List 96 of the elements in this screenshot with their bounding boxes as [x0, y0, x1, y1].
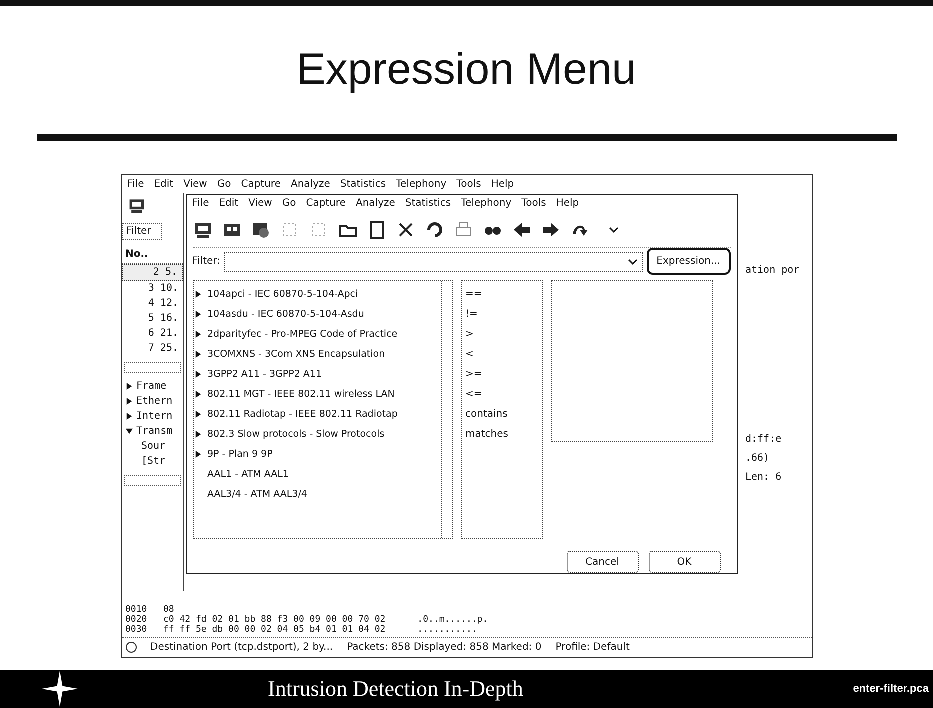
list-item[interactable]: 2dparityfec - Pro-MPEG Code of Practice	[208, 329, 398, 340]
hex-ascii: ...........	[418, 625, 478, 635]
menu-item[interactable]: Go	[217, 178, 232, 190]
list-item[interactable]: 802.3 Slow protocols - Slow Protocols	[208, 429, 385, 440]
hex-bytes: 08	[164, 605, 174, 615]
collapsed-arrow-icon[interactable]	[126, 383, 132, 390]
list-item[interactable]: 104asdu - IEC 60870-5-104-Asdu	[208, 309, 364, 320]
collapsed-arrow-icon[interactable]	[195, 431, 202, 438]
packet-row[interactable]: 7 25.	[122, 341, 182, 356]
status-icon	[126, 642, 136, 653]
column-header[interactable]: ation por	[746, 265, 810, 276]
list-item[interactable]: >	[466, 324, 538, 345]
tree-item[interactable]: Transm	[136, 426, 173, 437]
list-item[interactable]: 3COMXNS - 3Com XNS Encapsulation	[208, 349, 386, 360]
list-item[interactable]: 3GPP2 A11 - 3GPP2 A11	[208, 369, 322, 380]
packet-row[interactable]: 2 5.	[122, 264, 182, 281]
menu-item[interactable]: Telephony	[396, 178, 447, 190]
detail-text: Len: 6	[746, 472, 783, 483]
menu-item[interactable]: Capture	[241, 178, 281, 190]
hex-offset: 0030	[126, 625, 148, 635]
menu-item[interactable]: Help	[556, 198, 580, 210]
menu-item[interactable]: Go	[282, 198, 296, 210]
collapsed-arrow-icon[interactable]	[126, 398, 132, 405]
menu-item[interactable]: Help	[491, 178, 514, 190]
expression-button[interactable]: Expression...	[646, 248, 730, 276]
hex-ascii: .0..m......p.	[418, 615, 488, 625]
slide-title: Expression Menu	[296, 45, 636, 95]
collapsed-arrow-icon[interactable]	[195, 331, 202, 338]
collapsed-arrow-icon[interactable]	[195, 411, 202, 418]
hex-offset: 0010	[126, 605, 148, 615]
packet-row[interactable]: 4 12.	[122, 296, 182, 311]
collapsed-arrow-icon[interactable]	[195, 371, 202, 378]
collapsed-arrow-icon[interactable]	[195, 451, 202, 458]
list-item[interactable]: matches	[466, 424, 538, 445]
scrollbar[interactable]	[124, 362, 180, 373]
list-item[interactable]: <	[466, 344, 538, 365]
footer-text: Intrusion Detection In-Depth	[268, 676, 524, 702]
menu-item[interactable]: File	[192, 198, 210, 210]
list-item[interactable]: ==	[466, 284, 538, 305]
detail-text: d:ff:e	[746, 434, 783, 445]
star-icon	[42, 671, 78, 707]
list-item[interactable]: >=	[466, 364, 538, 385]
packet-row[interactable]: 6 21.	[122, 326, 182, 341]
menu-item[interactable]: Capture	[306, 198, 346, 210]
file-name: enter-filter.pca	[853, 683, 929, 695]
menu-item[interactable]: Edit	[154, 178, 174, 190]
collapsed-arrow-icon[interactable]	[195, 391, 202, 398]
menu-item[interactable]: File	[128, 178, 144, 190]
tree-item[interactable]: [Str	[122, 454, 182, 469]
collapsed-arrow-icon[interactable]	[195, 291, 202, 298]
interface-icon[interactable]	[128, 197, 146, 215]
menu-item[interactable]: Telephony	[461, 198, 512, 210]
hex-offset: 0020	[126, 615, 148, 625]
list-item[interactable]: AAL1 - ATM AAL1	[208, 469, 289, 480]
list-item[interactable]: contains	[466, 404, 538, 425]
cancel-button[interactable]: Cancel	[566, 551, 638, 574]
list-item[interactable]: 802.11 MGT - IEEE 802.11 wireless LAN	[208, 389, 395, 400]
chevron-icon[interactable]	[608, 226, 618, 233]
list-item[interactable]: AAL3/4 - ATM AAL3/4	[208, 489, 308, 500]
menu-item[interactable]: Statistics	[340, 178, 386, 190]
tree-item[interactable]: Ethern	[136, 396, 173, 407]
scrollbar[interactable]	[124, 475, 180, 486]
ok-button[interactable]: OK	[648, 551, 720, 574]
tree-item[interactable]: Intern	[136, 411, 173, 422]
packet-row[interactable]: 5 16.	[122, 311, 182, 326]
tree-item[interactable]: Sour	[122, 439, 182, 454]
filter-label: Filter	[122, 223, 162, 240]
filter-field[interactable]	[224, 252, 643, 272]
status-text: Destination Port (tcp.dstport), 2 by...	[150, 642, 334, 653]
expanded-arrow-icon[interactable]	[126, 428, 132, 435]
collapsed-arrow-icon[interactable]	[195, 311, 202, 318]
list-item[interactable]: 802.11 Radiotap - IEEE 802.11 Radiotap	[208, 409, 398, 420]
detail-text: .66)	[746, 453, 771, 464]
menu-item[interactable]: Tools	[456, 178, 482, 190]
packet-row[interactable]: 3 10.	[122, 281, 182, 296]
hex-bytes: c0 42 fd 02 01 bb 88 f3 00 09 00 00 70 02	[164, 615, 386, 625]
collapsed-arrow-icon[interactable]	[126, 413, 132, 420]
tree-item[interactable]: Frame	[136, 381, 167, 392]
status-text: Packets: 858 Displayed: 858 Marked: 0	[347, 642, 542, 653]
status-text: Profile: Default	[556, 642, 630, 653]
list-item[interactable]: 104apci - IEC 60870-5-104-Apci	[208, 289, 358, 300]
menu-item[interactable]: View	[184, 178, 208, 190]
dropdown-caret-icon[interactable]	[628, 258, 638, 265]
list-item[interactable]: 9P - Plan 9 9P	[208, 449, 273, 460]
reload-icon[interactable]	[424, 220, 444, 240]
menu-item[interactable]: Analyze	[356, 198, 396, 210]
menu-item[interactable]: Tools	[522, 198, 546, 210]
menu-item[interactable]: Analyze	[290, 178, 330, 190]
menu-item[interactable]: Statistics	[405, 198, 452, 210]
menu-item[interactable]: View	[248, 198, 272, 210]
menu-item[interactable]: Edit	[219, 198, 239, 210]
list-item[interactable]: !=	[466, 304, 538, 325]
hex-bytes: ff ff 5e db 00 00 02 04 05 b4 01 01 04 02	[164, 625, 386, 635]
filter-label: Filter:	[192, 256, 220, 268]
list-item[interactable]: <=	[466, 384, 538, 405]
collapsed-arrow-icon[interactable]	[195, 351, 202, 358]
